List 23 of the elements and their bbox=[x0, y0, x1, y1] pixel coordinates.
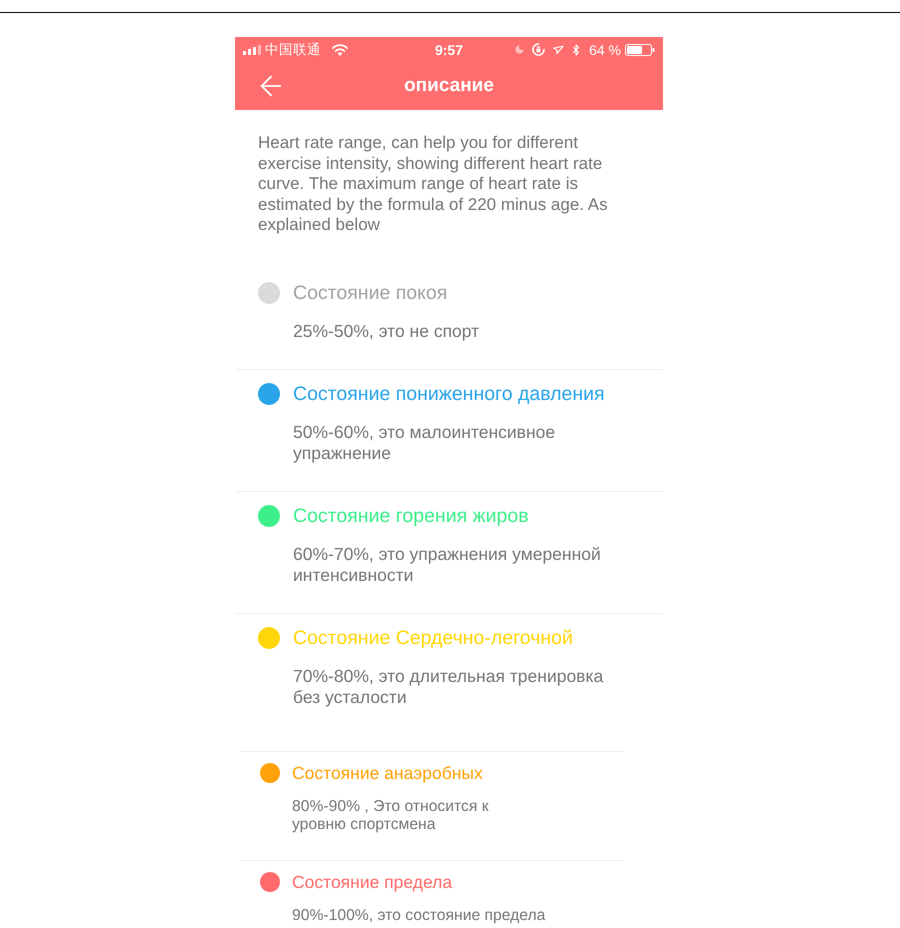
zone-title: Состояние пониженного давления bbox=[293, 383, 605, 405]
zone-detail: 80%-90% , Это относится к уровню спортсмена bbox=[292, 798, 490, 834]
zone-title: Состояние предела bbox=[292, 872, 452, 892]
zone-detail: 25%-50%, это не спорт bbox=[293, 320, 480, 341]
zone-detail: 50%-60%, это малоинтенсивное упражнение bbox=[293, 422, 556, 463]
zone-detail: 60%-70%, это упражнения умеренной интенсивности bbox=[293, 544, 602, 585]
rotation-lock-icon bbox=[532, 43, 546, 56]
page-title: описание bbox=[403, 75, 495, 97]
zone-detail: 70%-80%, это длительная тренировка без усталости bbox=[293, 666, 604, 707]
signal-bars-icon bbox=[243, 44, 261, 54]
carrier-name: 中国联通 bbox=[265, 42, 321, 58]
description-text: Heart rate range, can help you for different exercise intensity, showing different heart rate curve. The maximum range of heart rate is estimated by the formula of 220 minus age. As explained below bbox=[258, 133, 609, 236]
zone-title: Состояние покоя bbox=[293, 282, 448, 304]
wifi-icon bbox=[332, 44, 348, 56]
zone-detail: 90%-100%, это состояние предела bbox=[292, 907, 546, 925]
zone-title: Состояние горения жиров bbox=[293, 505, 529, 527]
zone-title: Состояние анаэробных bbox=[292, 763, 483, 783]
location-arrow-icon bbox=[550, 42, 564, 56]
status-time: 9:57 bbox=[434, 42, 464, 58]
battery-percent: 64 % bbox=[589, 42, 621, 58]
battery-icon bbox=[625, 44, 655, 56]
moon-icon bbox=[514, 44, 526, 55]
zone-title: Состояние Сердечно-легочной bbox=[293, 627, 573, 649]
